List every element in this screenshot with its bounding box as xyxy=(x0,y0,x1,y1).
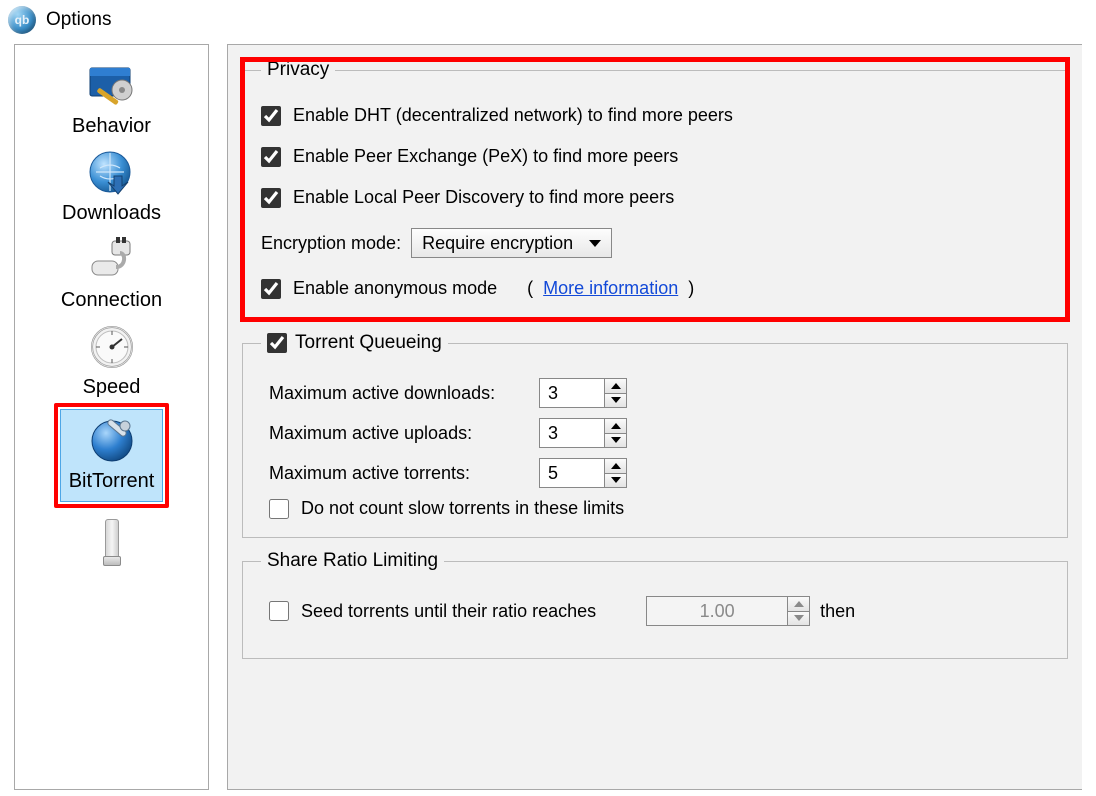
checkbox-slow[interactable]: Do not count slow torrents in these limi… xyxy=(269,498,624,519)
checkbox-dht[interactable]: Enable DHT (decentralized network) to fi… xyxy=(261,105,733,126)
max-downloads-spin[interactable] xyxy=(539,378,627,408)
checkbox-slow-input[interactable] xyxy=(269,499,289,519)
app-icon: qb xyxy=(8,6,36,34)
group-queueing: Torrent Queueing Maximum active download… xyxy=(242,332,1068,538)
max-torrents-label: Maximum active torrents: xyxy=(269,463,529,484)
spin-down-icon[interactable] xyxy=(605,394,626,408)
spin-up-icon[interactable] xyxy=(605,459,626,474)
settings-content: Privacy Enable DHT (decentralized networ… xyxy=(227,44,1082,790)
sidebar-item-highlight: BitTorrent xyxy=(54,403,170,508)
checkbox-seed-until-label: Seed torrents until their ratio reaches xyxy=(301,601,596,622)
checkbox-queueing-label: Torrent Queueing xyxy=(295,332,442,354)
spin-up-icon[interactable] xyxy=(605,419,626,434)
max-downloads-label: Maximum active downloads: xyxy=(269,383,529,404)
spin-up-icon[interactable] xyxy=(605,379,626,394)
downloads-icon xyxy=(84,148,140,198)
max-torrents-input[interactable] xyxy=(540,459,604,487)
max-uploads-spin[interactable] xyxy=(539,418,627,448)
checkbox-dht-label: Enable DHT (decentralized network) to fi… xyxy=(293,105,733,126)
checkbox-seed-until-input[interactable] xyxy=(269,601,289,621)
seed-then-label: then xyxy=(820,601,855,622)
encryption-label: Encryption mode: xyxy=(261,233,401,254)
checkbox-queueing[interactable]: Torrent Queueing xyxy=(267,332,442,354)
bittorrent-icon xyxy=(84,416,140,466)
sidebar-item-speed[interactable]: Speed xyxy=(21,316,202,403)
max-uploads-label: Maximum active uploads: xyxy=(269,423,529,444)
group-privacy-legend: Privacy xyxy=(261,59,335,81)
chevron-down-icon xyxy=(589,240,601,247)
more-info-open: ( xyxy=(527,278,533,299)
checkbox-pex-input[interactable] xyxy=(261,147,281,167)
checkbox-lpd[interactable]: Enable Local Peer Discovery to find more… xyxy=(261,187,674,208)
sidebar-item-bittorrent[interactable]: BitTorrent xyxy=(60,409,164,502)
spin-down-icon[interactable] xyxy=(605,434,626,448)
sidebar-item-label: Downloads xyxy=(62,202,161,225)
checkbox-lpd-input[interactable] xyxy=(261,188,281,208)
checkbox-lpd-label: Enable Local Peer Discovery to find more… xyxy=(293,187,674,208)
sidebar-item-webui[interactable] xyxy=(21,510,202,566)
behavior-icon xyxy=(84,61,140,111)
group-ratio: Share Ratio Limiting Seed torrents until… xyxy=(242,550,1068,659)
sidebar-item-label: Connection xyxy=(61,289,162,312)
encryption-mode-select[interactable]: Require encryption xyxy=(411,228,612,258)
group-privacy: Privacy Enable DHT (decentralized networ… xyxy=(242,59,1068,320)
seed-ratio-input xyxy=(647,597,787,625)
group-ratio-legend: Share Ratio Limiting xyxy=(261,550,444,572)
titlebar: qb Options xyxy=(0,0,1096,44)
webui-icon xyxy=(84,516,140,566)
max-uploads-input[interactable] xyxy=(540,419,604,447)
sidebar-item-behavior[interactable]: Behavior xyxy=(21,55,202,142)
sidebar-item-downloads[interactable]: Downloads xyxy=(21,142,202,229)
sidebar-item-label: Behavior xyxy=(72,115,151,138)
more-info-close: ) xyxy=(688,278,694,299)
sidebar-item-connection[interactable]: Connection xyxy=(21,229,202,316)
encryption-mode-value: Require encryption xyxy=(422,233,573,254)
checkbox-anon-label: Enable anonymous mode xyxy=(293,278,497,299)
max-torrents-spin[interactable] xyxy=(539,458,627,488)
checkbox-pex-label: Enable Peer Exchange (PeX) to find more … xyxy=(293,146,678,167)
spin-down-icon[interactable] xyxy=(605,474,626,488)
connection-icon xyxy=(84,235,140,285)
max-downloads-input[interactable] xyxy=(540,379,604,407)
sidebar: Behavior Downloads xyxy=(14,44,209,790)
seed-ratio-spin xyxy=(646,596,810,626)
sidebar-item-label: BitTorrent xyxy=(69,470,155,493)
checkbox-dht-input[interactable] xyxy=(261,106,281,126)
window-title: Options xyxy=(46,9,111,31)
checkbox-anon[interactable]: Enable anonymous mode xyxy=(261,278,497,299)
checkbox-slow-label: Do not count slow torrents in these limi… xyxy=(301,498,624,519)
checkbox-pex[interactable]: Enable Peer Exchange (PeX) to find more … xyxy=(261,146,678,167)
checkbox-seed-until[interactable]: Seed torrents until their ratio reaches xyxy=(269,601,596,622)
speed-icon xyxy=(84,322,140,372)
spin-down-icon xyxy=(788,612,809,626)
checkbox-queueing-input[interactable] xyxy=(267,333,287,353)
checkbox-anon-input[interactable] xyxy=(261,279,281,299)
group-queueing-legend: Torrent Queueing xyxy=(261,332,448,354)
more-information-link[interactable]: More information xyxy=(543,278,678,299)
sidebar-item-label: Speed xyxy=(83,376,141,399)
spin-up-icon xyxy=(788,597,809,612)
